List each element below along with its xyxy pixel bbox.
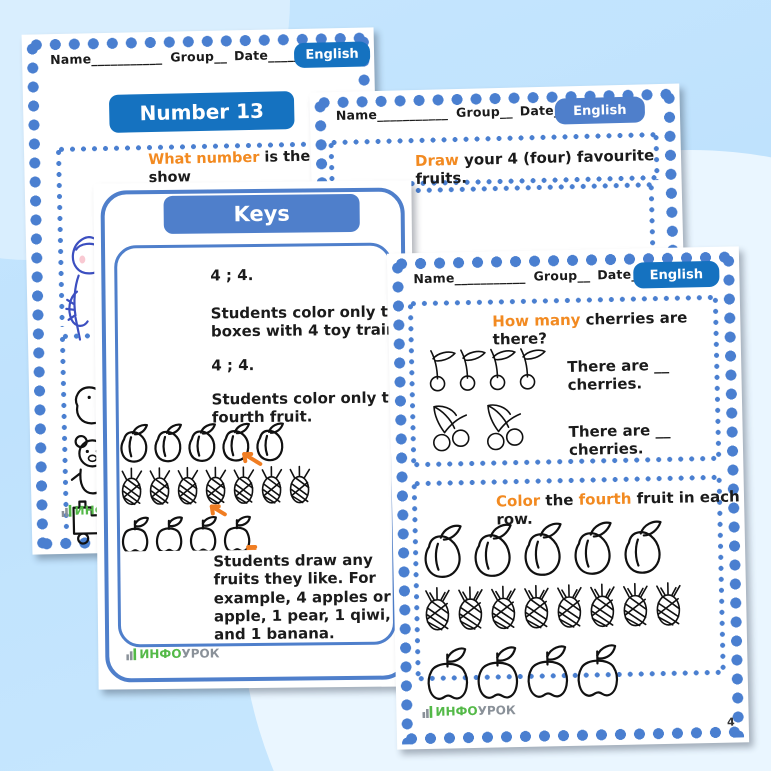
task6-fruit-rows — [424, 520, 681, 700]
task-label-5: Task 5 — [432, 315, 474, 331]
keys-answer-2: Students color only the boxes with 4 toy… — [210, 302, 412, 341]
keys-answer-5: 4 ; 4. — [211, 356, 255, 375]
keys-task-label-6: Task 6 — [144, 396, 186, 411]
keys-answer-7: Students draw any fruits they like. For … — [213, 550, 407, 644]
page-number: 4 — [726, 715, 735, 729]
row-pineapple — [425, 582, 681, 631]
screenshot-stage: Name___________ Group__ Date_______ Engl… — [0, 0, 771, 771]
worksheet-header-fields: Name___________ Group__ Date_______ — [50, 47, 313, 68]
brand-logo: ИНФО УРОК — [422, 703, 516, 719]
logo-bars-icon — [126, 648, 137, 661]
task-label-1: Task 1 — [83, 160, 125, 176]
single-cherries-group — [429, 348, 546, 392]
keys-row-peach — [120, 422, 284, 466]
subject-badge-english[interactable]: English — [293, 41, 371, 69]
row-apple — [427, 644, 619, 700]
task-label-6: Task 6 — [436, 495, 478, 511]
row-peach — [424, 520, 662, 578]
answer-line-cherries-2[interactable]: There are __ cherries. — [568, 419, 743, 459]
page-title-keys: Keys — [163, 193, 360, 234]
logo-text-urok: УРОК — [181, 646, 220, 661]
name-field-label[interactable]: Name___________ — [50, 50, 162, 67]
marker-arrow-pineapple — [209, 504, 227, 517]
keys-row-pineapple — [121, 465, 311, 517]
logo-text-urok: УРОК — [477, 703, 516, 718]
logo-text-info: ИНФО — [435, 703, 478, 719]
name-field-label[interactable]: Name___________ — [413, 269, 525, 286]
group-field-label[interactable]: Group__ — [533, 267, 590, 283]
worksheet-card-keys[interactable]: Keys Task 1 4 ; 4. Task 2 Students color… — [93, 180, 417, 690]
worksheet-card-cherries[interactable]: Name___________ Group__ Date_______ Engl… — [386, 246, 750, 750]
keys-row-apple — [121, 515, 266, 552]
logo-bars-icon — [61, 504, 72, 518]
keys-task-label-2: Task 2 — [143, 312, 185, 327]
logo-text-info: ИНФО — [139, 646, 182, 662]
page-title-number-13: Number 13 — [108, 91, 295, 133]
subject-badge-english[interactable]: English — [633, 260, 720, 289]
keys-fruit-rows — [120, 422, 311, 552]
group-field-label[interactable]: Group__ — [456, 104, 513, 120]
logo-bars-icon — [422, 705, 433, 719]
keys-task-label-5: Task 5 — [143, 360, 185, 375]
task-label-6: Task 6 — [353, 154, 395, 170]
keys-task-label-7: Task 7 — [145, 560, 187, 575]
subject-badge-english[interactable]: English — [554, 96, 646, 125]
group-field-label[interactable]: Group__ — [170, 48, 227, 64]
cherry-pairs-group — [433, 404, 524, 452]
answer-line-cherries-1[interactable]: There are __ cherries. — [567, 354, 742, 394]
name-field-label[interactable]: Name___________ — [336, 105, 448, 123]
brand-logo: ИНФО УРОК — [126, 646, 220, 662]
task5-instruction: How many cherries are there? — [492, 308, 688, 349]
keys-answer-1: 4 ; 4. — [210, 266, 254, 285]
keys-task-label-1: Task 1 — [142, 270, 184, 285]
task6-instruction: Draw your 4 (four) favourite fruits. — [414, 146, 655, 189]
